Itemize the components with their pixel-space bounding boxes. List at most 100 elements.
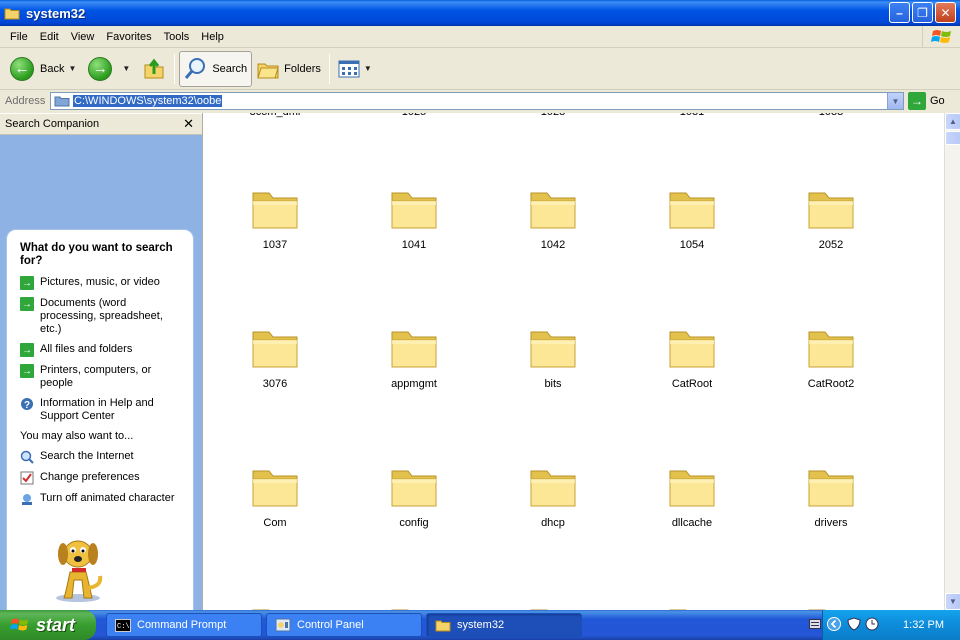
minimize-button[interactable]: – — [889, 2, 910, 23]
option-label: Turn off animated character — [40, 492, 175, 504]
folder-item[interactable]: 1037 — [220, 183, 330, 251]
folder-icon — [252, 609, 270, 610]
restore-icon: ❐ — [917, 5, 928, 20]
folder-label: 3076 — [262, 378, 288, 390]
scroll-up-button[interactable]: ▲ — [945, 113, 960, 130]
search-option-documents[interactable]: → Documents (word processing, spreadshee… — [20, 297, 183, 336]
views-button[interactable]: ▼ — [334, 51, 380, 87]
folder-icon — [808, 609, 826, 610]
views-dropdown-icon[interactable]: ▼ — [364, 64, 372, 73]
go-label: Go — [930, 95, 945, 107]
search-button[interactable]: Search — [179, 50, 253, 87]
tray-shield-icon[interactable] — [847, 616, 861, 634]
folder-item[interactable] — [776, 600, 886, 610]
folder-icon — [808, 331, 854, 368]
folder-item[interactable]: config — [359, 461, 469, 529]
taskbar-item-control-panel[interactable]: Control Panel — [266, 613, 422, 637]
folder-item[interactable] — [498, 600, 608, 610]
folder-label: 1037 — [262, 239, 288, 251]
folder-label[interactable]: 3com_dmi — [220, 113, 330, 118]
up-folder-button[interactable] — [138, 51, 170, 87]
show-hidden-icons-button[interactable] — [827, 616, 841, 634]
search-heading: What do you want to search for? — [20, 242, 173, 267]
menu-file[interactable]: File — [4, 31, 34, 43]
folder-label: 1054 — [679, 239, 705, 251]
forward-dropdown-icon[interactable]: ▼ — [122, 64, 130, 73]
file-list-view[interactable]: 3com_dmi1025102810311033 1037 1041 1042 … — [202, 113, 944, 610]
search-option-all-files[interactable]: → All files and folders — [20, 343, 183, 357]
tray-clock-icon[interactable] — [865, 617, 879, 634]
folder-item[interactable]: bits — [498, 322, 608, 390]
change-preferences-link[interactable]: Change preferences — [20, 471, 183, 485]
animated-character-icon — [20, 492, 34, 506]
scroll-thumb[interactable] — [945, 131, 960, 145]
turn-off-character-link[interactable]: Turn off animated character — [20, 492, 183, 506]
folder-icon — [391, 192, 437, 229]
option-label: Search the Internet — [40, 450, 134, 462]
folder-item[interactable] — [637, 600, 747, 610]
start-label: start — [36, 614, 76, 635]
address-dropdown-button[interactable]: ▼ — [887, 93, 903, 109]
search-label: Search — [212, 62, 248, 75]
option-label: All files and folders — [40, 343, 133, 355]
close-button[interactable]: ✕ — [935, 2, 956, 23]
back-button[interactable]: ← Back ▼ — [6, 51, 84, 87]
folder-item[interactable]: 2052 — [776, 183, 886, 251]
folder-icon — [669, 470, 715, 507]
keyboard-icon[interactable] — [809, 618, 821, 632]
folder-item[interactable]: drivers — [776, 461, 886, 529]
folder-item[interactable]: dhcp — [498, 461, 608, 529]
svg-text:?: ? — [24, 400, 30, 411]
title-bar[interactable]: system32 – ❐ ✕ — [0, 0, 960, 26]
folder-item[interactable] — [359, 600, 469, 610]
search-dog-character[interactable] — [48, 532, 108, 604]
folder-item[interactable]: Com — [220, 461, 330, 529]
option-label: Information in Help and Support Center — [40, 397, 154, 422]
search-option-help[interactable]: ? Information in Help and Support Center — [20, 397, 183, 423]
search-option-printers[interactable]: → Printers, computers, or people — [20, 364, 183, 390]
folder-label: 2052 — [818, 239, 844, 251]
go-button[interactable]: → Go — [908, 92, 945, 110]
folder-label: dllcache — [671, 517, 713, 529]
address-input[interactable]: C:\WINDOWS\system32\oobe ▼ — [50, 92, 904, 110]
search-internet-link[interactable]: Search the Internet — [20, 450, 183, 464]
menu-favorites[interactable]: Favorites — [100, 31, 157, 43]
svg-text:C:\: C:\ — [117, 623, 130, 631]
folder-item[interactable]: 3076 — [220, 322, 330, 390]
maximize-button[interactable]: ❐ — [912, 2, 933, 23]
folder-item[interactable]: 1042 — [498, 183, 608, 251]
folder-item[interactable] — [220, 600, 330, 610]
taskbar-item-system32[interactable]: system32 — [426, 613, 582, 637]
menu-view[interactable]: View — [65, 31, 101, 43]
search-option-pictures[interactable]: → Pictures, music, or video — [20, 276, 183, 290]
control-panel-icon — [275, 618, 291, 632]
menu-edit[interactable]: Edit — [34, 31, 65, 43]
folder-item[interactable]: CatRoot2 — [776, 322, 886, 390]
scroll-down-button[interactable]: ▼ — [945, 593, 960, 610]
toolbar: ← Back ▼ → ▼ Search Folders ▼ — [0, 48, 960, 90]
menu-help[interactable]: Help — [195, 31, 230, 43]
clock[interactable]: 1:32 PM — [903, 619, 944, 631]
folder-label[interactable]: 1025 — [359, 113, 469, 118]
folder-item[interactable]: CatRoot — [637, 322, 747, 390]
folder-label: 1042 — [540, 239, 566, 251]
vertical-scrollbar[interactable]: ▲ ▼ — [944, 113, 960, 610]
folder-label[interactable]: 1031 — [637, 113, 747, 118]
folder-label[interactable]: 1028 — [498, 113, 608, 118]
menu-tools[interactable]: Tools — [158, 31, 196, 43]
address-value[interactable]: C:\WINDOWS\system32\oobe — [73, 95, 223, 107]
forward-button[interactable]: → ▼ — [84, 51, 138, 87]
back-arrow-icon: ← — [10, 56, 34, 81]
start-button[interactable]: start — [0, 610, 96, 640]
folder-label[interactable]: 1033 — [776, 113, 886, 118]
taskbar-item-command-prompt[interactable]: C:\ Command Prompt — [106, 613, 262, 637]
close-pane-button[interactable]: ✕ — [183, 116, 194, 132]
back-dropdown-icon[interactable]: ▼ — [68, 64, 76, 73]
folder-item[interactable]: appmgmt — [359, 322, 469, 390]
folders-label: Folders — [284, 62, 321, 75]
folders-button[interactable]: Folders — [252, 51, 325, 87]
preferences-icon — [20, 471, 34, 485]
folder-item[interactable]: 1041 — [359, 183, 469, 251]
folder-item[interactable]: dllcache — [637, 461, 747, 529]
folder-item[interactable]: 1054 — [637, 183, 747, 251]
